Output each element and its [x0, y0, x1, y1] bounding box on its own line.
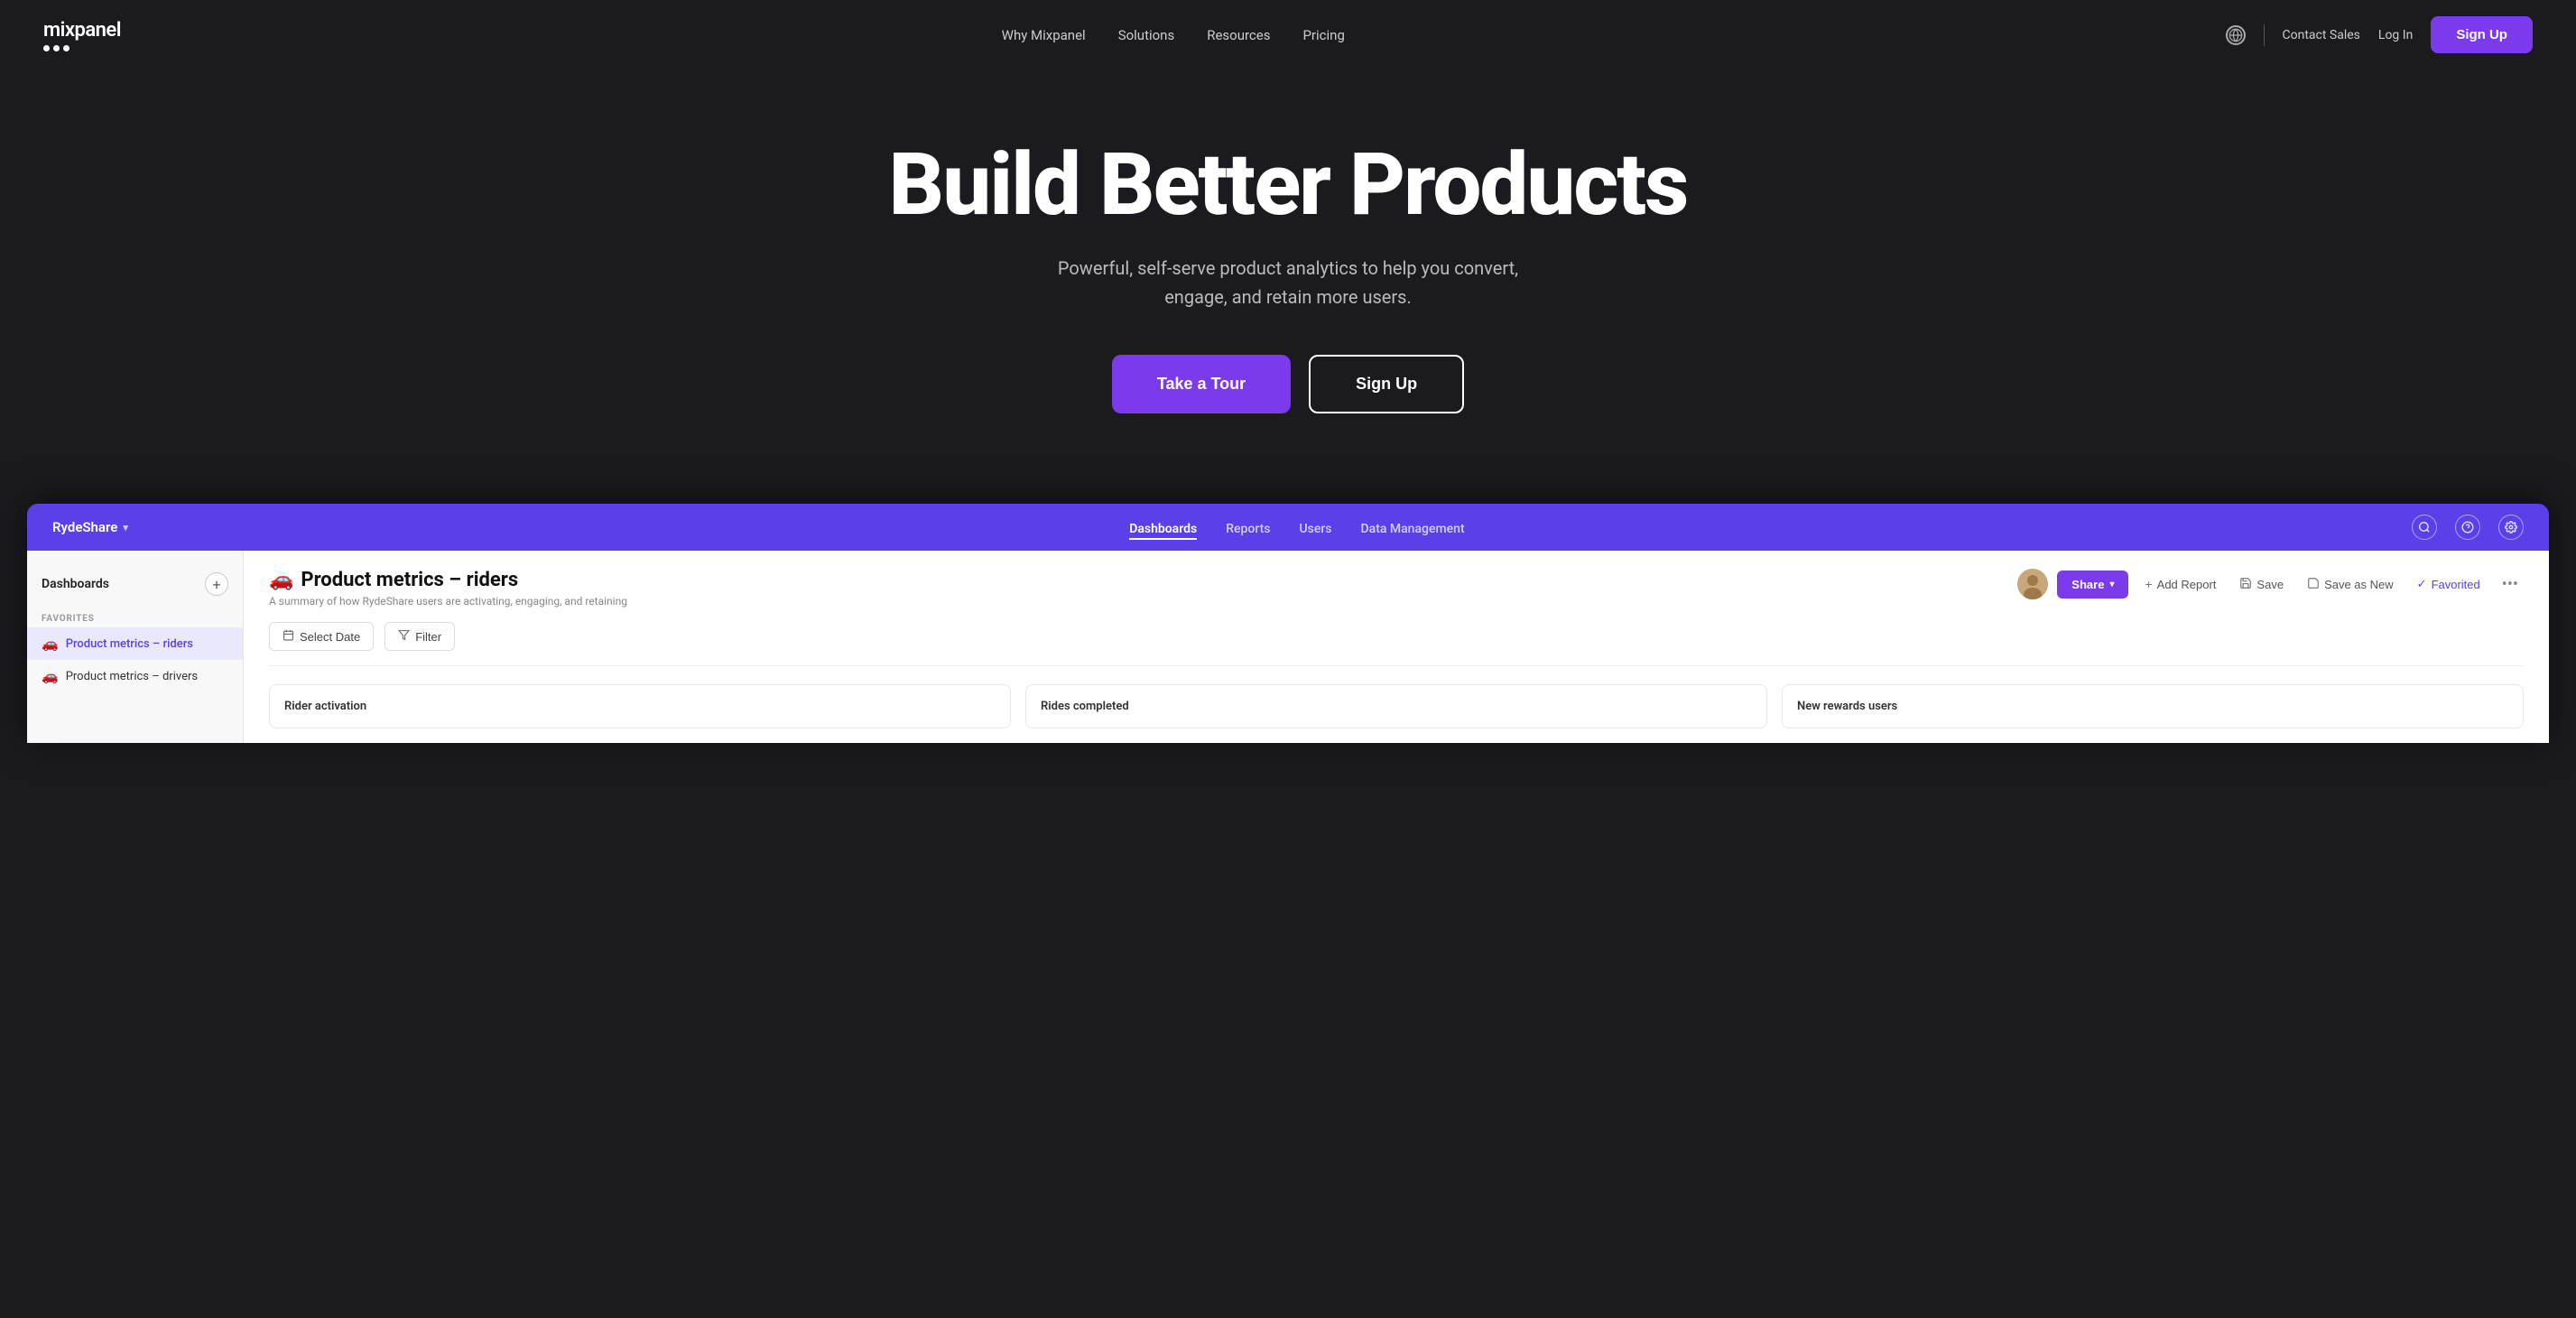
save-as-icon [2307, 577, 2320, 592]
check-icon: ✓ [2417, 577, 2427, 591]
filter-button[interactable]: Filter [385, 622, 455, 651]
toolbar: Select Date Filter [269, 622, 2524, 666]
select-date-button[interactable]: Select Date [269, 622, 374, 651]
dashboard-title-area: 🚗 Product metrics – riders A summary of … [269, 569, 627, 608]
sidebar-item-drivers-label: Product metrics – drivers [66, 670, 198, 683]
take-tour-button[interactable]: Take a Tour [1112, 355, 1291, 413]
save-icon [2239, 577, 2252, 592]
dashboard-header: 🚗 Product metrics – riders A summary of … [269, 569, 2524, 608]
hero-signup-button[interactable]: Sign Up [1309, 355, 1464, 413]
avatar [2017, 569, 2048, 599]
riders-icon: 🚗 [42, 636, 59, 652]
app-brand[interactable]: RydeShare ▾ [52, 519, 128, 535]
nav-link-resources[interactable]: Resources [1207, 27, 1270, 43]
brand-caret-icon: ▾ [123, 522, 128, 534]
logo-text: mixpanel [43, 19, 121, 42]
dashboard-subtitle: A summary of how RydeShare users are act… [269, 595, 627, 608]
add-report-button[interactable]: + Add Report [2137, 571, 2223, 597]
plus-icon: + [2145, 577, 2152, 591]
app-nav-reports[interactable]: Reports [1226, 522, 1270, 536]
search-icon[interactable] [2412, 515, 2437, 540]
hero-title: Build Better Products [36, 142, 2540, 228]
nav-divider [2264, 24, 2265, 46]
app-nav-links: Dashboards Reports Users Data Management [182, 519, 2412, 536]
card-new-rewards-title: New rewards users [1797, 700, 2508, 713]
app-nav-dashboards[interactable]: Dashboards [1129, 522, 1197, 540]
share-caret-icon: ▾ [2109, 580, 2114, 589]
help-icon[interactable] [2455, 515, 2480, 540]
sidebar: Dashboards + FAVORITES 🚗 Product metrics… [27, 551, 244, 743]
more-options-button[interactable]: ••• [2497, 571, 2524, 598]
favorited-button[interactable]: ✓ Favorited [2410, 571, 2488, 597]
sidebar-item-drivers[interactable]: 🚗 Product metrics – drivers [27, 660, 243, 692]
nav-link-why[interactable]: Why Mixpanel [1002, 27, 1086, 43]
cards-row: Rider activation Rides completed New rew… [269, 684, 2524, 729]
logo-dots [43, 45, 121, 51]
card-rider-activation: Rider activation [269, 684, 1011, 729]
sidebar-item-riders[interactable]: 🚗 Product metrics – riders [27, 627, 243, 660]
card-rides-completed-title: Rides completed [1041, 700, 1752, 713]
sidebar-title: Dashboards [42, 577, 109, 591]
main-content: 🚗 Product metrics – riders A summary of … [244, 551, 2549, 743]
filter-icon [398, 629, 410, 644]
login-link[interactable]: Log In [2378, 28, 2413, 42]
sidebar-item-riders-label: Product metrics – riders [66, 637, 193, 651]
dashboard-actions: Share ▾ + Add Report Save [2017, 569, 2524, 599]
dashboard-title-icon: 🚗 [269, 569, 293, 591]
save-button[interactable]: Save [2232, 571, 2291, 598]
drivers-icon: 🚗 [42, 668, 59, 684]
globe-icon[interactable] [2226, 25, 2246, 45]
save-as-new-button[interactable]: Save as New [2300, 571, 2401, 598]
nav-link-solutions[interactable]: Solutions [1118, 27, 1175, 43]
hero-subtitle: Powerful, self-serve product analytics t… [36, 254, 2540, 311]
dashboard-title: 🚗 Product metrics – riders [269, 569, 627, 591]
signup-button[interactable]: Sign Up [2431, 16, 2533, 53]
card-new-rewards-users: New rewards users [1782, 684, 2524, 729]
contact-sales-link[interactable]: Contact Sales [2283, 28, 2360, 42]
app-nav-users[interactable]: Users [1299, 522, 1331, 536]
add-dashboard-button[interactable]: + [205, 572, 228, 596]
settings-icon[interactable] [2498, 515, 2524, 540]
app-body: Dashboards + FAVORITES 🚗 Product metrics… [27, 551, 2549, 743]
app-topbar: RydeShare ▾ Dashboards Reports Users Dat… [27, 504, 2549, 551]
nav-right: Contact Sales Log In Sign Up [2226, 16, 2533, 53]
navigation: mixpanel Why Mixpanel Solutions Resource… [0, 0, 2576, 70]
hero-buttons: Take a Tour Sign Up [36, 355, 2540, 413]
nav-link-pricing[interactable]: Pricing [1302, 27, 1344, 43]
calendar-icon [283, 629, 294, 644]
nav-links: Why Mixpanel Solutions Resources Pricing [1002, 26, 1345, 43]
card-rides-completed: Rides completed [1025, 684, 1767, 729]
share-button[interactable]: Share ▾ [2057, 571, 2128, 599]
app-preview: RydeShare ▾ Dashboards Reports Users Dat… [27, 504, 2549, 743]
sidebar-header: Dashboards + [27, 565, 243, 607]
card-rider-activation-title: Rider activation [284, 700, 996, 713]
app-nav-data-management[interactable]: Data Management [1361, 522, 1465, 536]
app-topbar-right [2412, 515, 2524, 540]
favorites-label: FAVORITES [27, 607, 243, 627]
hero-section: Build Better Products Powerful, self-ser… [0, 70, 2576, 468]
logo: mixpanel [43, 19, 121, 51]
